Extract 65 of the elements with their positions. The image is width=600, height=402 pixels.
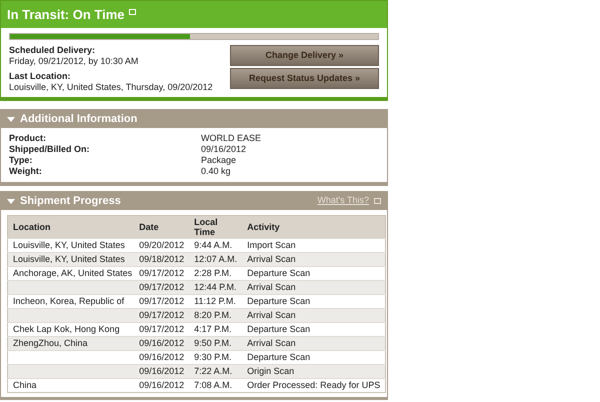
table-cell: 9:30 P.M. xyxy=(189,350,242,364)
table-cell: 2:28 P.M. xyxy=(189,266,242,280)
table-cell: 12:07 A.M. xyxy=(189,252,242,266)
table-cell: 09/20/2012 xyxy=(134,238,190,252)
table-cell: 8:20 P.M. xyxy=(189,308,242,322)
table-cell: Order Processed: Ready for UPS xyxy=(242,378,386,392)
popup-icon[interactable] xyxy=(374,198,381,204)
table-cell: Arrival Scan xyxy=(242,308,386,322)
action-button[interactable]: Request Status Updates » xyxy=(230,68,379,89)
table-cell: Louisville, KY, United States xyxy=(8,252,134,266)
field-label: Last Location: xyxy=(9,71,72,82)
table-cell: 7:22 A.M. xyxy=(189,364,242,378)
table-cell: 09/16/2012 xyxy=(134,364,190,378)
table-cell: 9:50 P.M. xyxy=(189,336,242,350)
table-cell: 4:17 P.M. xyxy=(189,322,242,336)
field-label: Shipped/Billed On: xyxy=(9,144,90,155)
column-header: Activity xyxy=(242,216,386,238)
table-cell: Arrival Scan xyxy=(242,252,386,266)
table-cell: Arrival Scan xyxy=(242,280,386,294)
table-cell: 09/17/2012 xyxy=(134,294,190,308)
table-cell: 09/16/2012 xyxy=(134,350,190,364)
table-cell: 09/17/2012 xyxy=(134,308,190,322)
table-cell: Arrival Scan xyxy=(242,336,386,350)
field-label: Type: xyxy=(9,155,34,166)
field-value: Friday, 09/21/2012, by 10:30 AM xyxy=(9,56,140,67)
table-cell: Louisville, KY, United States xyxy=(8,238,134,252)
table-cell: China xyxy=(8,378,134,392)
table-cell: 09/16/2012 xyxy=(134,378,190,392)
table-cell: 9:44 A.M. xyxy=(189,238,242,252)
field-value: Package xyxy=(201,155,236,166)
field-label: Product: xyxy=(9,133,47,144)
column-header: Location xyxy=(8,216,134,238)
table-cell: Departure Scan xyxy=(242,322,386,336)
table-cell: 09/17/2012 xyxy=(134,322,190,336)
column-header: Local Time xyxy=(189,216,242,238)
table-cell: 12:44 P.M. xyxy=(189,280,242,294)
table-cell: Departure Scan xyxy=(242,350,386,364)
table-cell: 09/17/2012 xyxy=(134,266,190,280)
table-cell: 11:12 P.M. xyxy=(189,294,242,308)
action-button[interactable]: Change Delivery » xyxy=(230,45,379,66)
field-value: Louisville, KY, United States, Thursday, 09/20/2012 xyxy=(9,82,213,93)
table-cell: Import Scan xyxy=(242,238,386,252)
table-cell: Anchorage, AK, United States xyxy=(8,266,134,280)
field-label: Scheduled Delivery: xyxy=(9,45,96,56)
table-cell: Incheon, Korea, Republic of xyxy=(8,294,134,308)
table-cell: 09/16/2012 xyxy=(134,336,190,350)
column-header: Date xyxy=(134,216,190,238)
field-value: WORLD EASE xyxy=(201,133,262,144)
table-cell: 7:08 A.M. xyxy=(189,378,242,392)
help-link[interactable]: What's This? xyxy=(317,194,369,208)
table-cell: ZhengZhou, China xyxy=(8,336,134,350)
table-cell: Departure Scan xyxy=(242,266,386,280)
field-value: 09/16/2012 xyxy=(201,144,246,155)
expand-triangle-icon[interactable] xyxy=(7,198,15,204)
field-label: Weight: xyxy=(9,166,43,177)
field-value: 0.40 kg xyxy=(201,166,231,177)
table-cell: Chek Lap Kok, Hong Kong xyxy=(8,322,134,336)
table-cell: 09/18/2012 xyxy=(134,252,190,266)
expand-triangle-icon[interactable] xyxy=(7,116,15,122)
table-cell: 09/17/2012 xyxy=(134,280,190,294)
section-title: Additional Information xyxy=(20,112,138,127)
section-title: Shipment Progress xyxy=(20,194,121,209)
table-cell: Departure Scan xyxy=(242,294,386,308)
status-title: In Transit: On Time xyxy=(7,6,125,24)
table-cell: Origin Scan xyxy=(242,364,386,378)
